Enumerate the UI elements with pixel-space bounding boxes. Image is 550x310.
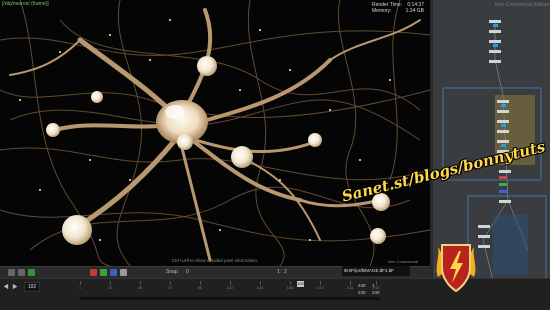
- tick-label: 48: [137, 285, 143, 290]
- render-stop-icon[interactable]: [8, 269, 15, 276]
- viewport-op-path: [/obj/neuron/ (frame)]: [2, 1, 49, 7]
- tick-label: 144: [256, 285, 264, 290]
- range-start-field-b[interactable]: 1: [372, 283, 375, 288]
- tick-label: 120: [226, 285, 234, 290]
- range-end-field[interactable]: 240: [358, 290, 366, 295]
- blue-channel-icon[interactable]: [110, 269, 117, 276]
- viewport-header: [/obj/neuron/ (frame)] Render Time: 0:14:…: [0, 0, 430, 22]
- play-forward-icon[interactable]: [12, 283, 19, 290]
- tick-label: 216: [346, 285, 354, 290]
- tick-label: 96: [197, 285, 203, 290]
- tick-label: 192: [316, 285, 324, 290]
- render-info: Render Time: 0:14:37 Memory: 1.34 GB: [372, 2, 424, 14]
- render-pause-icon[interactable]: [18, 269, 25, 276]
- tick-label: 72: [167, 285, 173, 290]
- range-start-field[interactable]: 240: [358, 283, 366, 288]
- render-start-icon[interactable]: [28, 269, 35, 276]
- current-frame-field[interactable]: 102: [24, 282, 40, 292]
- timeline-scrollbar[interactable]: [80, 297, 380, 300]
- tick-label: 1: [78, 285, 82, 290]
- timeline-playhead[interactable]: 102: [297, 281, 304, 287]
- play-reverse-icon[interactable]: [2, 283, 9, 290]
- range-end-field-b[interactable]: 240: [372, 290, 380, 295]
- snap-value[interactable]: 0: [186, 269, 189, 275]
- tick-label: 24: [107, 285, 113, 290]
- memory-label: Memory:: [372, 8, 392, 14]
- memory-value: 1.34 GB: [405, 8, 424, 14]
- green-channel-icon[interactable]: [100, 269, 107, 276]
- zoom-ratio[interactable]: 1 : 2: [277, 269, 287, 275]
- watermark-shield-logo: [436, 244, 476, 293]
- snap-label: Snap: [166, 269, 178, 275]
- tick-label: 168: [286, 285, 294, 290]
- alpha-channel-icon[interactable]: [120, 269, 127, 276]
- red-channel-icon[interactable]: [90, 269, 97, 276]
